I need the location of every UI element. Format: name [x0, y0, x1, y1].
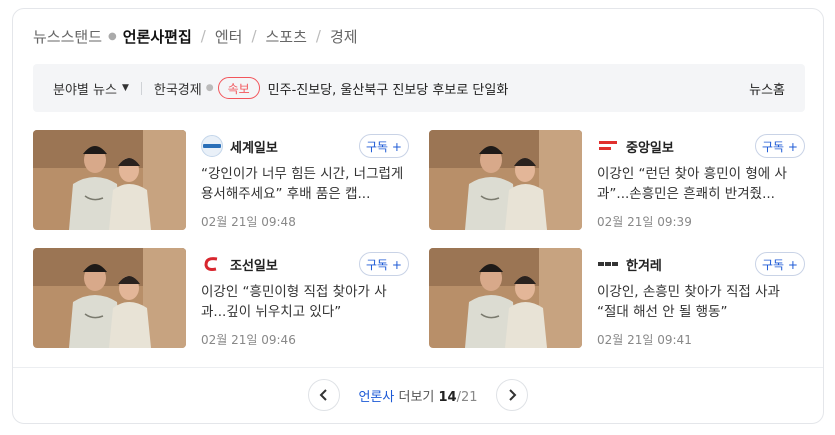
breaking-headline[interactable]: 민주-진보당, 울산북구 진보당 후보로 단일화	[268, 79, 509, 98]
news-time: 02월 21일 09:46	[201, 333, 296, 347]
news-time: 02월 21일 09:41	[597, 333, 692, 347]
news-title[interactable]: “강인이가 너무 힘든 시간, 너그럽게 용서해주세요” 후배 품은 캡...	[201, 164, 405, 204]
top-nav: 뉴스스탠드 ● 언론사편집 / 엔터 / 스포츠 / 경제	[33, 25, 358, 47]
subscribe-button[interactable]: 구독 +	[359, 134, 409, 158]
category-dropdown[interactable]: 분야별 뉴스 ▼	[53, 79, 129, 98]
press-name[interactable]: 중앙일보	[626, 137, 674, 156]
subscribe-button[interactable]: 구독 +	[755, 252, 805, 276]
subscribe-button[interactable]: 구독 +	[755, 134, 805, 158]
divider	[140, 81, 142, 95]
news-thumbnail[interactable]	[429, 130, 582, 230]
news-time: 02월 21일 09:39	[597, 215, 692, 229]
news-title[interactable]: 이강인 “런던 찾아 흥민이 형에 사과”...손흥민은 흔쾌히 반겨줬...	[597, 164, 801, 204]
news-title[interactable]: 이강인, 손흥민 찾아가 직접 사과 “절대 해선 안 될 행동”	[597, 282, 801, 322]
dot-separator: ●	[205, 83, 214, 93]
press-logo-icon	[597, 135, 619, 157]
tab-sports[interactable]: 스포츠	[266, 26, 307, 47]
tab-entertainment[interactable]: 엔터	[215, 26, 243, 47]
tab-newsstand[interactable]: 뉴스스탠드	[33, 26, 102, 47]
chevron-left-icon[interactable]	[308, 379, 341, 411]
news-item[interactable]: 조선일보 구독 + 이강인 “흥민이형 직접 찾아가 사과...깊이 뉘우치고 …	[33, 248, 409, 348]
nav-dot-separator: ●	[108, 30, 117, 42]
more-label: 더보기	[398, 389, 435, 405]
press-name[interactable]: 세계일보	[230, 137, 278, 156]
current-page: 14	[438, 389, 457, 405]
news-thumbnail[interactable]	[33, 130, 186, 230]
news-title[interactable]: 이강인 “흥민이형 직접 찾아가 사과...깊이 뉘우치고 있다”	[201, 282, 405, 322]
breaking-news-bar: 분야별 뉴스 ▼ 한국경제 ● 속보 민주-진보당, 울산북구 진보당 후보로 …	[33, 64, 805, 112]
press-name[interactable]: 조선일보	[230, 255, 278, 274]
news-time: 02월 21일 09:48	[201, 215, 296, 229]
caret-down-icon: ▼	[121, 83, 129, 93]
total-pages: /21	[456, 389, 478, 405]
chevron-right-icon[interactable]	[495, 379, 528, 411]
breaking-press-name[interactable]: 한국경제	[154, 79, 202, 98]
news-home-link[interactable]: 뉴스홈	[749, 79, 785, 98]
pagination: 언론사 더보기 14/21	[13, 377, 823, 413]
subscribe-button[interactable]: 구독 +	[359, 252, 409, 276]
press-logo-icon	[201, 253, 223, 275]
tab-economy[interactable]: 경제	[330, 26, 358, 47]
press-edit-panel: 뉴스스탠드 ● 언론사편집 / 엔터 / 스포츠 / 경제 분야별 뉴스 ▼ 한…	[12, 8, 824, 424]
news-item[interactable]: 중앙일보 구독 + 이강인 “런던 찾아 흥민이 형에 사과”...손흥민은 흔…	[429, 130, 805, 230]
press-more-label[interactable]: 언론사 더보기 14/21	[358, 386, 477, 405]
news-item[interactable]: 세계일보 구독 + “강인이가 너무 힘든 시간, 너그럽게 용서해주세요” 후…	[33, 130, 409, 230]
news-thumbnail[interactable]	[33, 248, 186, 348]
press-label: 언론사	[358, 389, 395, 405]
breaking-badge: 속보	[217, 77, 260, 99]
press-logo-icon	[597, 253, 619, 275]
category-label: 분야별 뉴스	[53, 82, 117, 98]
news-item[interactable]: 한겨레 구독 + 이강인, 손흥민 찾아가 직접 사과 “절대 해선 안 될 행…	[429, 248, 805, 348]
divider	[13, 367, 823, 368]
news-thumbnail[interactable]	[429, 248, 582, 348]
nav-separator: /	[251, 27, 257, 45]
press-logo-icon	[201, 135, 223, 157]
tab-press-edit[interactable]: 언론사편집	[123, 26, 192, 47]
press-name[interactable]: 한겨레	[626, 255, 662, 274]
nav-separator: /	[200, 27, 206, 45]
nav-separator: /	[315, 27, 321, 45]
